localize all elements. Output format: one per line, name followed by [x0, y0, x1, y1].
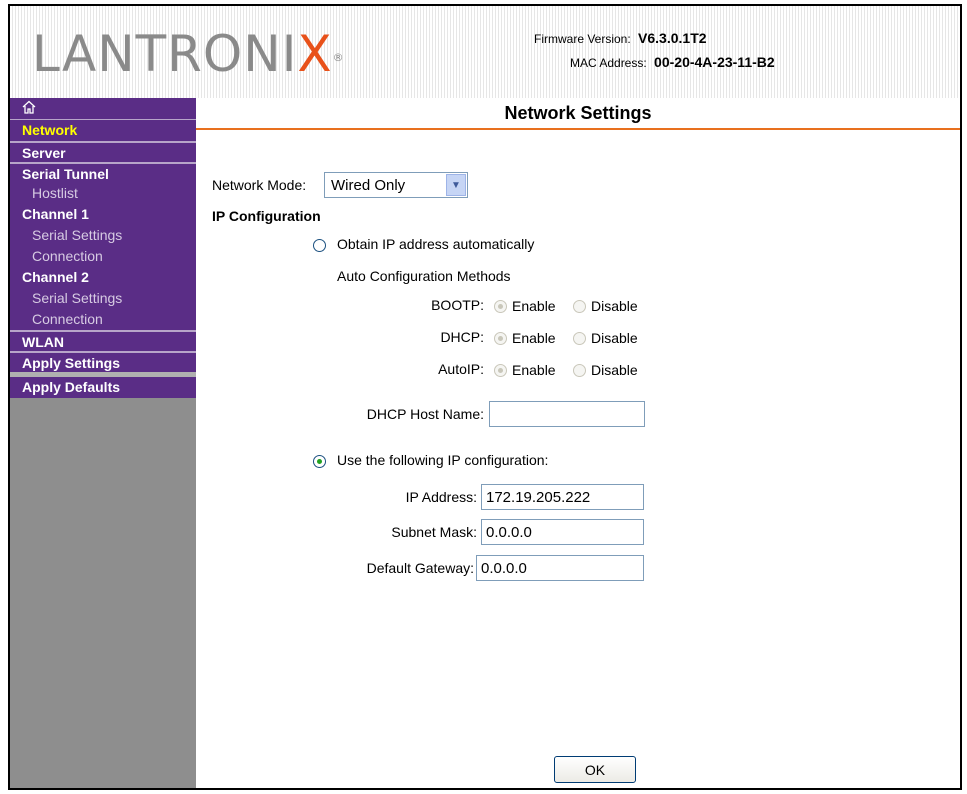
dhcp-disable-label: Disable [591, 330, 638, 346]
sidebar-item-wlan[interactable]: WLAN [10, 330, 196, 351]
sidebar-item-network[interactable]: Network [10, 120, 196, 141]
sidebar-item-hostlist[interactable]: Hostlist [10, 183, 196, 204]
sidebar-item-apply-defaults[interactable]: Apply Defaults [10, 377, 196, 398]
ip-address-label: IP Address: [405, 489, 477, 505]
sidebar-item-channel-2[interactable]: Channel 2 [10, 267, 196, 288]
dhcp-label: DHCP: [440, 329, 484, 345]
sidebar-item-server[interactable]: Server [10, 141, 196, 162]
bootp-disable-label: Disable [591, 298, 638, 314]
home-icon[interactable] [22, 100, 36, 117]
browser-frame: LANTRONIX® Firmware Version: V6.3.0.1T2 … [8, 4, 962, 790]
dhcp-host-name-label: DHCP Host Name: [366, 406, 484, 422]
default-gateway-input[interactable]: 0.0.0.0 [476, 555, 644, 581]
firmware-version: Firmware Version: V6.3.0.1T2 [534, 30, 707, 46]
sidebar-item-channel-1[interactable]: Channel 1 [10, 204, 196, 225]
autoip-enable-radio[interactable] [494, 364, 507, 377]
chevron-down-icon[interactable]: ▼ [446, 174, 466, 196]
header: LANTRONIX® Firmware Version: V6.3.0.1T2 … [10, 6, 960, 98]
dhcp-host-name-input[interactable] [489, 401, 645, 427]
sidebar-item-channel-1-serial-settings[interactable]: Serial Settings [10, 225, 196, 246]
sidebar-item-apply-settings[interactable]: Apply Settings [10, 351, 196, 372]
bootp-label: BOOTP: [431, 297, 484, 313]
subnet-mask-input[interactable]: 0.0.0.0 [481, 519, 644, 545]
bootp-enable-label: Enable [512, 298, 556, 314]
obtain-auto-label: Obtain IP address automatically [337, 236, 535, 252]
sidebar-item-serial-tunnel[interactable]: Serial Tunnel [10, 162, 196, 183]
autoip-disable-radio[interactable] [573, 364, 586, 377]
dhcp-disable-radio[interactable] [573, 332, 586, 345]
network-mode-select[interactable]: Wired Only ▼ [324, 172, 468, 198]
page-title: Network Settings [196, 98, 960, 130]
obtain-auto-radio[interactable] [313, 239, 326, 252]
sidebar-item-channel-2-serial-settings[interactable]: Serial Settings [10, 288, 196, 309]
autoip-disable-label: Disable [591, 362, 638, 378]
sidebar: Network Server Serial Tunnel Hostlist Ch… [10, 98, 196, 788]
sidebar-item-channel-2-connection[interactable]: Connection [10, 309, 196, 330]
ip-address-input[interactable]: 172.19.205.222 [481, 484, 644, 510]
auto-methods-label: Auto Configuration Methods [337, 268, 511, 284]
lantronix-logo: LANTRONIX® [32, 25, 345, 83]
sidebar-home[interactable] [10, 98, 196, 120]
sidebar-item-channel-1-connection[interactable]: Connection [10, 246, 196, 267]
subnet-mask-label: Subnet Mask: [391, 524, 477, 540]
network-settings-form: Network Mode: Wired Only ▼ IP Configurat… [196, 130, 960, 788]
use-following-ip-label: Use the following IP configuration: [337, 452, 549, 468]
bootp-disable-radio[interactable] [573, 300, 586, 313]
default-gateway-label: Default Gateway: [366, 560, 474, 576]
network-mode-value: Wired Only [331, 176, 406, 194]
ip-configuration-heading: IP Configuration [212, 208, 321, 224]
autoip-label: AutoIP: [438, 361, 484, 377]
dhcp-enable-label: Enable [512, 330, 556, 346]
bootp-enable-radio[interactable] [494, 300, 507, 313]
ok-button[interactable]: OK [554, 756, 636, 783]
use-following-ip-radio[interactable] [313, 455, 326, 468]
network-mode-label: Network Mode: [212, 177, 307, 193]
autoip-enable-label: Enable [512, 362, 556, 378]
mac-address: MAC Address: 00-20-4A-23-11-B2 [570, 54, 775, 70]
dhcp-enable-radio[interactable] [494, 332, 507, 345]
